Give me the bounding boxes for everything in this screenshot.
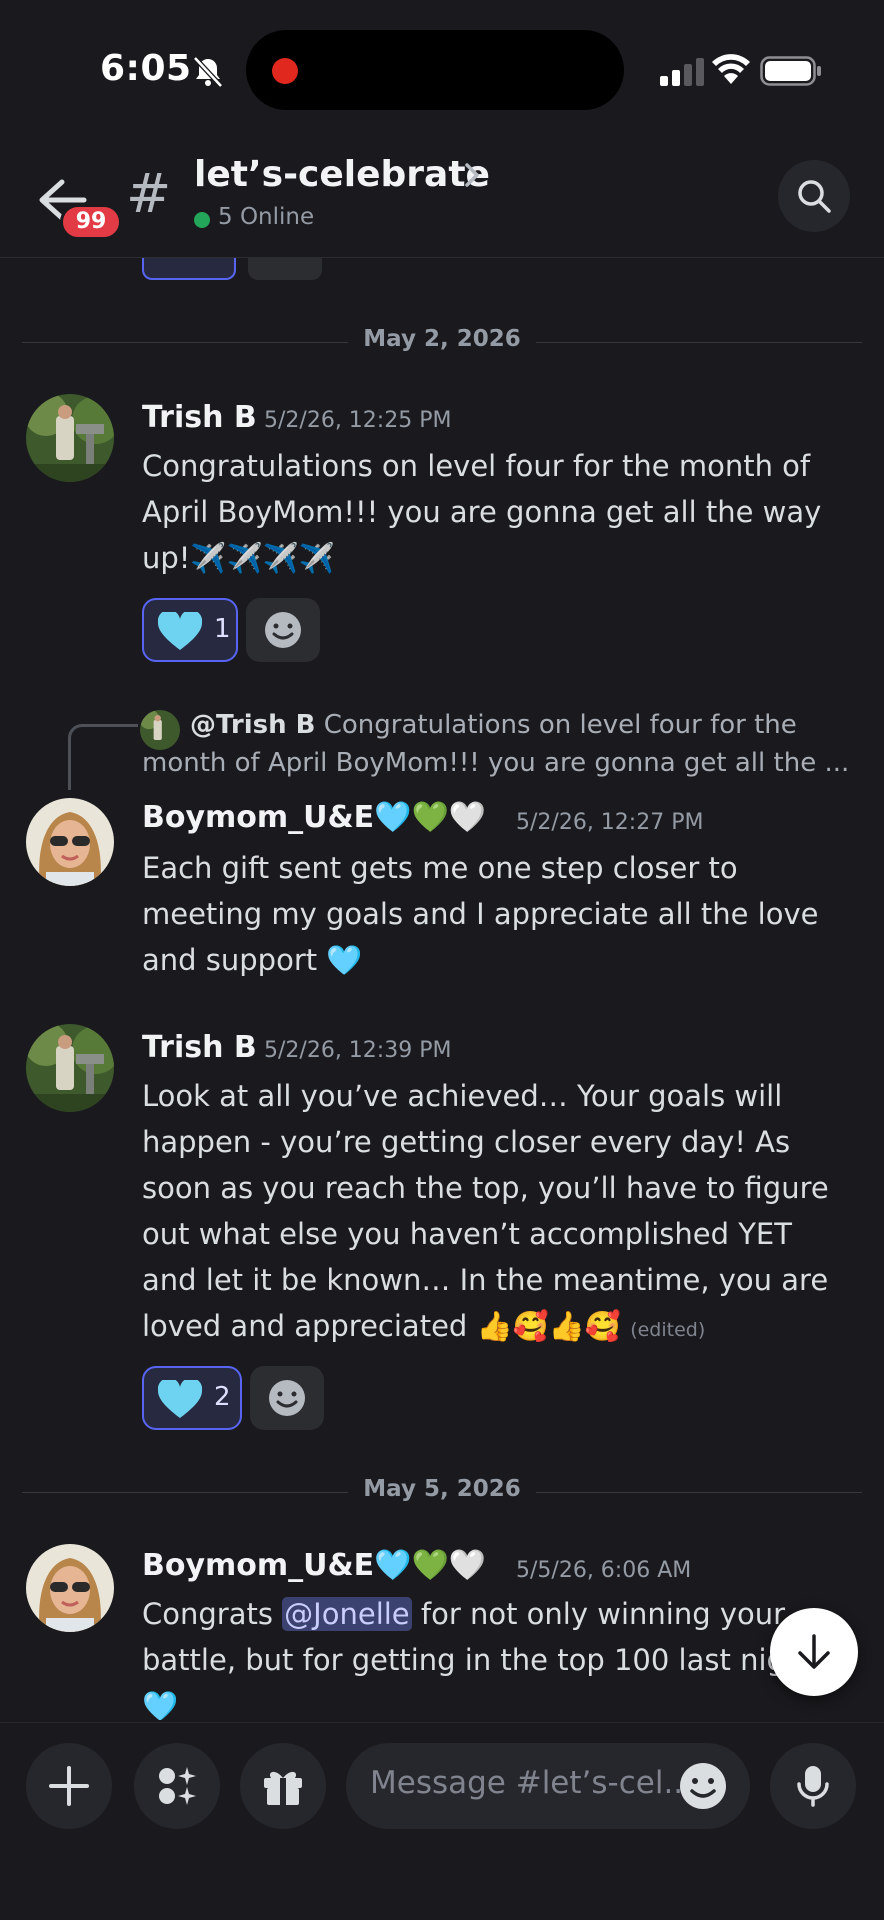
message-text: Congratulations on level four for the mo…	[142, 449, 811, 483]
avatar[interactable]	[26, 1024, 114, 1112]
message-input[interactable]: Message #let’s-cel..	[346, 1743, 750, 1829]
message-text: for not only winning your	[411, 1597, 786, 1631]
avatar[interactable]	[26, 394, 114, 482]
search-icon	[798, 180, 831, 213]
message-text: 🩵	[142, 1689, 179, 1720]
user-mention[interactable]: @Jonelle	[282, 1597, 412, 1631]
message-composer: Message #let’s-cel..	[0, 1722, 884, 1920]
reply-spine	[68, 724, 138, 790]
signal-icon	[660, 58, 704, 86]
message-text-line: Congrats @Jonelle for not only winning y…	[142, 1594, 785, 1634]
chevron-right-icon[interactable]	[462, 160, 482, 190]
attach-button[interactable]	[26, 1743, 112, 1829]
message-text: out what else you haven’t accomplished Y…	[142, 1217, 792, 1251]
add-reaction-button[interactable]	[246, 598, 320, 662]
partial-reaction[interactable]	[142, 258, 236, 280]
message-text: Look at all you’ve achieved… Your goals …	[142, 1079, 783, 1113]
channel-header: 99 # let’s-celebrate 5 Online	[0, 140, 884, 258]
gift-icon	[264, 1771, 302, 1805]
date-divider-label: May 2, 2026	[363, 326, 521, 352]
reply-avatar	[140, 710, 180, 750]
message-timestamp: 5/2/26, 12:27 PM	[516, 810, 704, 835]
recording-indicator	[272, 58, 298, 84]
status-bar: 6:05	[0, 0, 884, 140]
reply-preview[interactable]: month of April BoyMom!!! you are gonna g…	[142, 748, 849, 778]
message-timestamp: 5/2/26, 12:25 PM	[264, 408, 452, 433]
message-placeholder: Message #let’s-cel..	[370, 1765, 684, 1801]
dynamic-island	[246, 30, 624, 110]
reply-preview: Congratulations on level four for the	[323, 710, 797, 740]
message-author[interactable]: Trish B	[142, 1030, 257, 1065]
add-reaction-button[interactable]	[250, 1366, 324, 1430]
battery-icon	[760, 56, 821, 86]
message-author[interactable]: Trish B	[142, 400, 257, 435]
message-author[interactable]: Boymom_U&E🩵💚🤍	[142, 800, 486, 835]
light-blue-heart-icon	[158, 612, 202, 650]
unread-badge: 99	[60, 204, 122, 240]
reaction-chip[interactable]: 1	[142, 598, 238, 662]
message-text: meeting my goals and I appreciate all th…	[142, 897, 819, 931]
jump-to-present-button[interactable]	[770, 1608, 858, 1696]
message-text: happen - you’re getting closer every day…	[142, 1125, 791, 1159]
message-author[interactable]: Boymom_U&E🩵💚🤍	[142, 1548, 486, 1583]
voice-message-button[interactable]	[770, 1743, 856, 1829]
reply-reference[interactable]: @Trish B Congratulations on level four f…	[190, 710, 797, 740]
apps-icon	[159, 1767, 196, 1805]
wifi-icon	[712, 54, 750, 84]
reply-author: @Trish B	[190, 710, 316, 740]
message-text: soon as you reach the top, you’ll have t…	[142, 1171, 829, 1205]
message-text: Each gift sent gets me one step closer t…	[142, 851, 738, 885]
message-timestamp: 5/5/26, 6:06 AM	[516, 1558, 692, 1583]
apps-button[interactable]	[134, 1743, 220, 1829]
message-timestamp: 5/2/26, 12:39 PM	[264, 1038, 452, 1063]
reaction-count: 2	[214, 1382, 231, 1412]
status-time: 6:05	[100, 48, 192, 89]
smile-icon	[269, 1380, 305, 1416]
online-count: 5 Online	[218, 204, 315, 230]
gift-button[interactable]	[240, 1743, 326, 1829]
date-divider: May 2, 2026	[22, 326, 862, 360]
microphone-icon	[797, 1766, 829, 1807]
bell-off-icon	[193, 56, 223, 88]
plus-icon	[49, 1766, 89, 1806]
message-text: and support 🩵	[142, 943, 363, 977]
partial-add-reaction[interactable]	[248, 258, 322, 280]
smile-icon	[265, 612, 301, 648]
date-divider-label: May 5, 2026	[363, 1476, 521, 1502]
light-blue-heart-icon	[158, 1380, 202, 1418]
reaction-count: 1	[214, 614, 231, 644]
message-body-clip: Congrats @Jonelle for not only winning y…	[0, 1590, 884, 1720]
emoji-picker-icon[interactable]	[678, 1761, 728, 1811]
channel-name[interactable]: let’s-celebrate	[194, 154, 490, 195]
avatar[interactable]	[26, 798, 114, 886]
search-button[interactable]	[778, 160, 850, 232]
message-text: battle, but for getting in the top 100 l…	[142, 1643, 815, 1677]
message-text: April BoyMom!!! you are gonna get all th…	[142, 495, 822, 529]
online-status-dot	[194, 212, 210, 228]
message-text: loved and appreciated 👍🥰👍🥰	[142, 1309, 621, 1343]
date-divider: May 5, 2026	[22, 1476, 862, 1510]
channel-hash-icon: #	[126, 162, 172, 225]
reaction-chip[interactable]: 2	[142, 1366, 242, 1430]
message-text: up!✈️✈️✈️✈️	[142, 541, 335, 575]
message-text-last: loved and appreciated 👍🥰👍🥰 (edited)	[142, 1306, 705, 1350]
edited-label: (edited)	[630, 1319, 706, 1341]
message-text: and let it be known… In the meantime, yo…	[142, 1263, 829, 1297]
message-text: Congrats	[142, 1597, 283, 1631]
arrow-down-icon	[798, 1634, 830, 1669]
